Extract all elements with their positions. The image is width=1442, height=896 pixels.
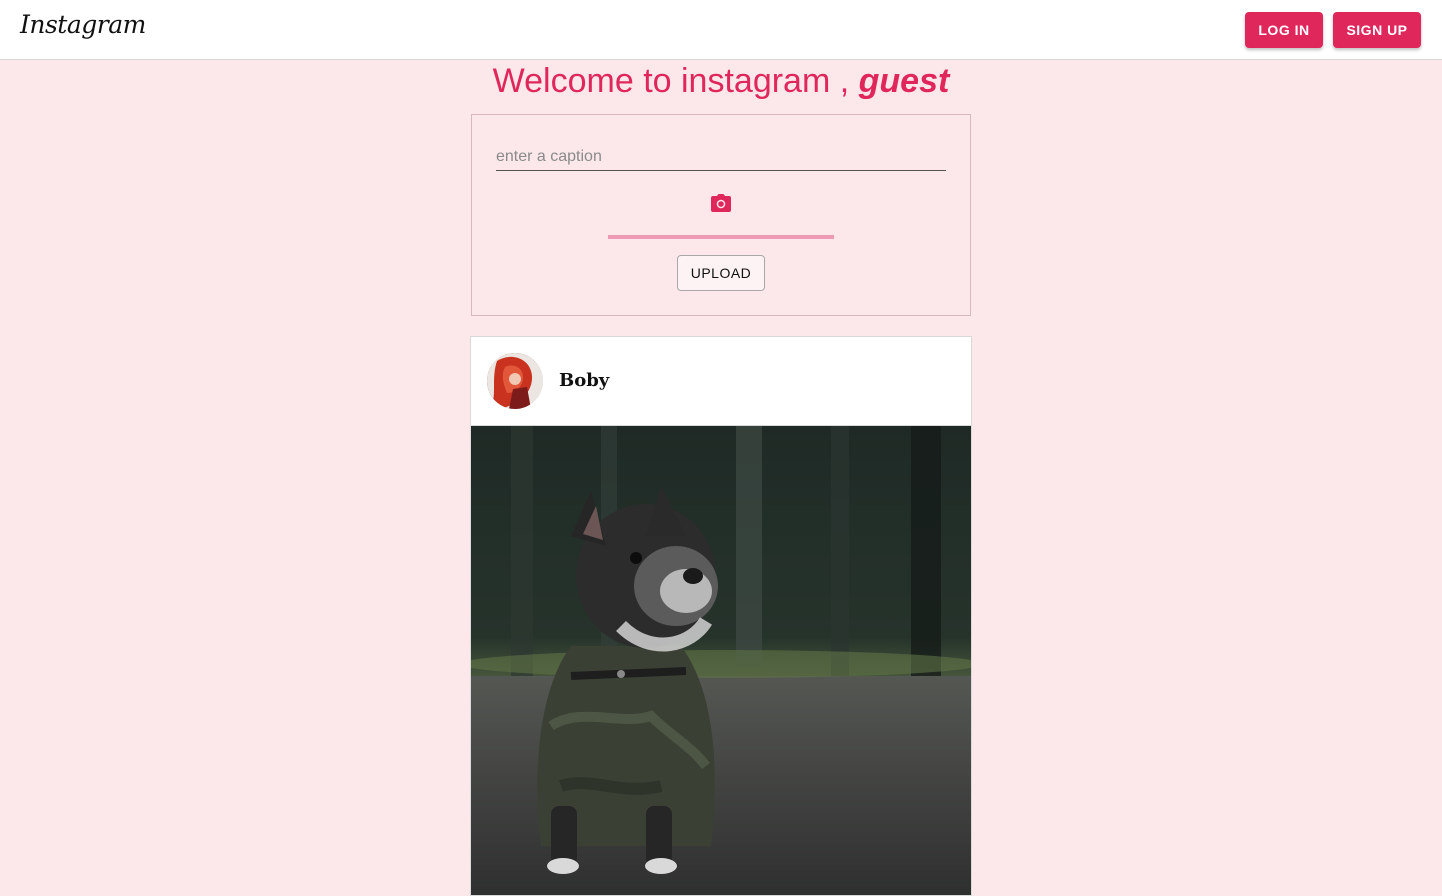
top-nav-bar: Instagram LOG IN SIGN UP bbox=[0, 0, 1442, 60]
welcome-username: guest bbox=[858, 62, 950, 100]
image-upload-form: UPLOAD bbox=[471, 114, 971, 316]
upload-button[interactable]: UPLOAD bbox=[677, 255, 765, 291]
post-image bbox=[471, 426, 971, 895]
login-button[interactable]: LOG IN bbox=[1245, 12, 1323, 48]
camera-icon[interactable] bbox=[710, 193, 732, 213]
post-username[interactable]: Boby bbox=[559, 370, 609, 391]
avatar[interactable] bbox=[487, 353, 543, 409]
welcome-heading: Welcome to instagram , guest bbox=[0, 62, 1442, 101]
welcome-text: Welcome to instagram , bbox=[492, 62, 850, 100]
post-header: Boby bbox=[471, 337, 971, 426]
signup-button[interactable]: SIGN UP bbox=[1333, 12, 1421, 48]
caption-input[interactable] bbox=[496, 143, 946, 171]
post-card: Boby bbox=[470, 336, 972, 896]
upload-progress-bar bbox=[608, 235, 834, 239]
upload-progress-fill bbox=[608, 235, 834, 239]
instagram-logo[interactable]: Instagram bbox=[20, 10, 146, 39]
